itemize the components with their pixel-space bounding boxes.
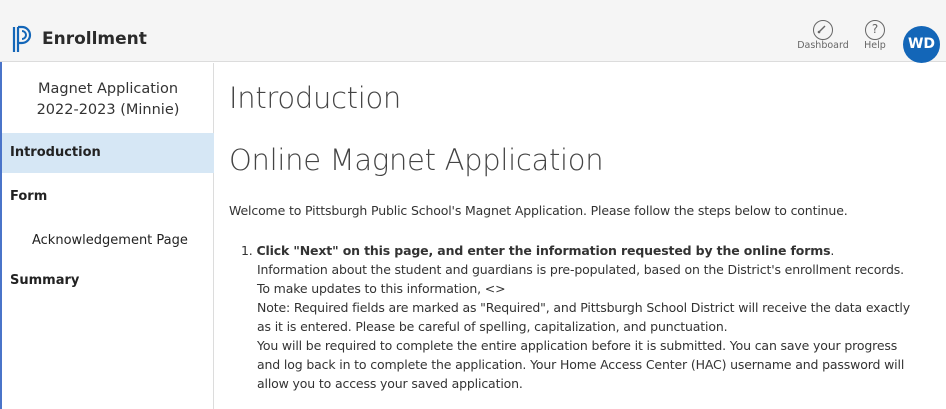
help-label: Help <box>864 40 886 51</box>
step-1-number: 1. <box>241 243 253 258</box>
step-1-line: as it is entered. Please be careful of s… <box>257 319 728 334</box>
page-subtitle: Online Magnet Application <box>229 143 604 177</box>
sidebar-item-acknowledgement-page[interactable]: Acknowledgement Page <box>2 221 214 261</box>
top-header: Enrollment Dashboard ? Help WD <box>0 0 946 63</box>
step-1-line: Note: Required fields are marked as "Req… <box>257 300 910 315</box>
step-1-line: You will be required to complete the ent… <box>257 338 898 353</box>
step-1-bold-text: Click "Next" on this page, and enter the… <box>256 243 831 258</box>
powerschool-logo-icon[interactable] <box>12 24 32 54</box>
dashboard-button[interactable]: Dashboard <box>796 20 850 51</box>
application-title-line1: Magnet Application <box>37 81 179 97</box>
app-title: Enrollment <box>42 29 147 49</box>
sidebar-item-form[interactable]: Form <box>2 177 214 217</box>
sidebar-item-summary[interactable]: Summary <box>2 261 214 301</box>
welcome-text: Welcome to Pittsburgh Public School's Ma… <box>229 203 848 218</box>
application-title: Magnet Application 2022-2023 (Minnie) <box>2 79 214 121</box>
step-1-line: allow you to access your saved applicati… <box>257 376 523 391</box>
sidebar: Magnet Application 2022-2023 (Minnie) In… <box>2 63 214 409</box>
step-1-heading: 1. Click "Next" on this page, and enter … <box>229 241 941 260</box>
step-1-line: Information about the student and guardi… <box>257 262 904 277</box>
step-1-period: . <box>830 243 835 258</box>
dashboard-label: Dashboard <box>797 40 849 51</box>
dashboard-gauge-icon <box>813 20 833 40</box>
application-title-line2: 2022-2023 (Minnie) <box>36 102 180 118</box>
sidebar-item-introduction[interactable]: Introduction <box>2 133 214 173</box>
page-title: Introduction <box>229 81 402 115</box>
user-avatar[interactable]: WD <box>903 26 940 63</box>
help-button[interactable]: ? Help <box>860 20 890 51</box>
help-question-icon: ? <box>865 20 885 40</box>
step-1-line: To make updates to this information, <> <box>257 281 506 296</box>
step-1-line: and log back in to complete the applicat… <box>257 357 905 372</box>
instructions-list: 1. Click "Next" on this page, and enter … <box>229 241 941 393</box>
